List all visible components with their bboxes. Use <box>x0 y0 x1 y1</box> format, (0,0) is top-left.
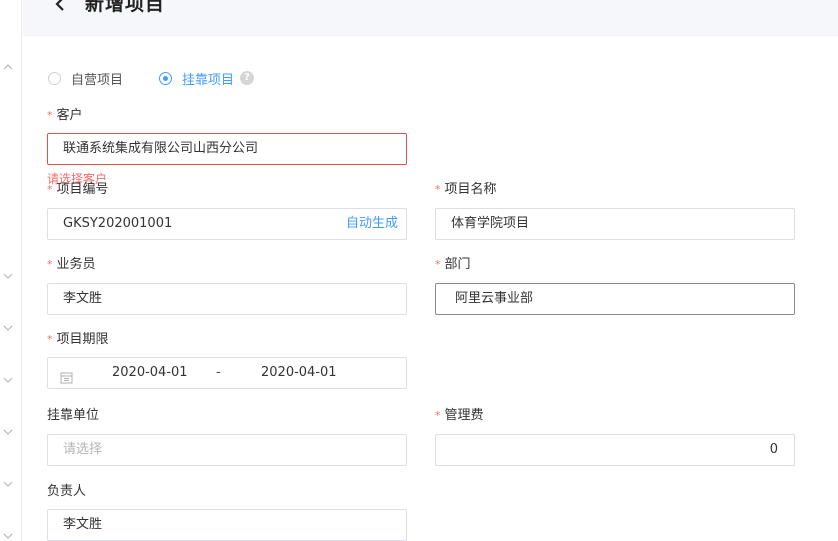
period-date-range[interactable]: 2020-04-01 - 2020-04-01 <box>47 357 407 389</box>
affiliate-label: 挂靠单位 <box>47 408 100 423</box>
affiliate-placeholder: 请选择 <box>63 442 103 457</box>
required-mark: * <box>47 183 53 196</box>
period-separator: - <box>216 365 221 380</box>
auto-generate-button[interactable]: 自动生成 <box>346 209 398 239</box>
customer-value: 联通系统集成有限公司山西分公司 <box>63 141 259 156</box>
management-fee-label: * 管理费 <box>435 408 484 423</box>
calendar-icon <box>60 366 73 384</box>
chevron-up-icon[interactable] <box>2 61 16 73</box>
chevron-down-icon[interactable] <box>2 374 16 386</box>
affiliate-select[interactable]: 请选择 <box>47 434 407 466</box>
project-name-value: 体育学院项目 <box>451 216 530 231</box>
page: 新增项目 自营项目 挂靠项目 ? * 客户 联通系统集成有限公司山西分公司 请选择… <box>0 0 838 541</box>
chevron-down-icon[interactable] <box>2 426 16 438</box>
required-mark: * <box>47 333 53 346</box>
project-no-label: * 项目编号 <box>47 182 109 197</box>
period-label: * 项目期限 <box>47 332 109 347</box>
project-no-input[interactable]: GKSY202001001 自动生成 <box>47 208 407 240</box>
question-circle-icon[interactable]: ? <box>240 71 255 85</box>
radio-unchecked-icon[interactable] <box>48 71 61 85</box>
required-mark: * <box>47 258 53 271</box>
project-type-radio-group: 自营项目 挂靠项目 ? <box>48 68 255 88</box>
chevron-down-icon[interactable] <box>2 478 16 490</box>
radio-label: 自营项目 <box>71 72 124 88</box>
period-start-date[interactable]: 2020-04-01 <box>112 358 188 388</box>
radio-affiliated[interactable]: 挂靠项目 <box>159 69 234 88</box>
back-arrow-icon[interactable] <box>53 0 67 14</box>
salesperson-value: 李文胜 <box>63 291 103 306</box>
department-select[interactable]: 阿里云事业部 <box>435 283 795 315</box>
department-label: * 部门 <box>435 257 471 272</box>
customer-label: * 客户 <box>47 108 83 123</box>
radio-checked-icon[interactable] <box>159 71 173 85</box>
radio-label: 挂靠项目 <box>182 72 235 88</box>
management-fee-input[interactable]: 0 <box>435 434 795 466</box>
owner-label: 负责人 <box>47 484 87 499</box>
required-mark: * <box>435 183 441 196</box>
management-fee-value: 0 <box>769 442 778 457</box>
period-end-date[interactable]: 2020-04-01 <box>261 358 337 388</box>
project-no-value: GKSY202001001 <box>63 216 173 231</box>
project-name-input[interactable]: 体育学院项目 <box>435 208 795 240</box>
required-mark: * <box>47 109 53 122</box>
required-mark: * <box>435 409 441 422</box>
page-header: 新增项目 <box>23 0 838 36</box>
radio-self-operated[interactable]: 自营项目 <box>48 69 123 88</box>
department-value: 阿里云事业部 <box>455 291 534 306</box>
salesperson-input[interactable]: 李文胜 <box>47 283 407 315</box>
owner-input[interactable]: 李文胜 <box>47 509 407 541</box>
chevron-down-icon[interactable] <box>2 322 16 334</box>
left-rail <box>0 0 22 541</box>
page-title: 新增项目 <box>85 0 166 15</box>
salesperson-label: * 业务员 <box>47 257 96 272</box>
chevron-down-icon[interactable] <box>2 530 16 541</box>
owner-value: 李文胜 <box>63 517 103 532</box>
chevron-down-icon[interactable] <box>2 270 16 282</box>
project-name-label: * 项目名称 <box>435 182 497 197</box>
required-mark: * <box>435 258 441 271</box>
customer-field[interactable]: 联通系统集成有限公司山西分公司 <box>47 133 407 165</box>
